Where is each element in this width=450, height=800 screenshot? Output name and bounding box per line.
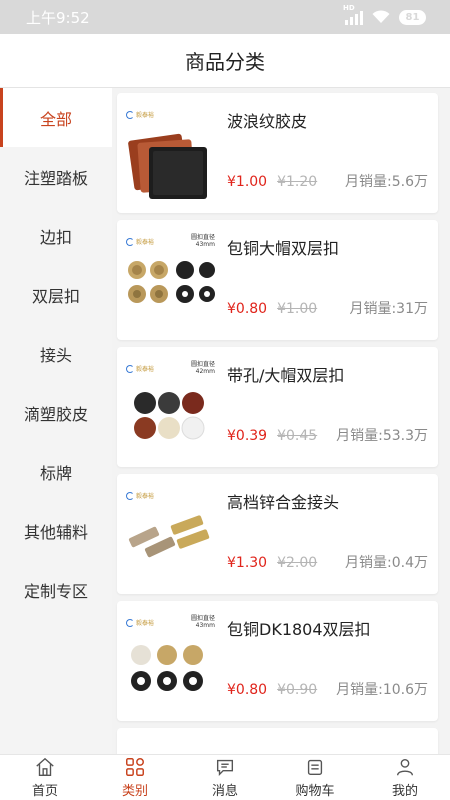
product-original-price: ¥0.45	[277, 428, 318, 444]
product-monthly-sales: 月销量:10.6万	[336, 682, 428, 698]
status-time: 上午9:52	[26, 8, 90, 27]
product-image: 毅泰裕 圆扣直径 43mm	[123, 611, 215, 711]
product-name: 包铜DK1804双层扣	[227, 620, 371, 639]
tab-category[interactable]: 类别	[90, 755, 180, 800]
product-original-price: ¥0.90	[277, 682, 318, 698]
page-title: 商品分类	[185, 50, 265, 74]
brand-logo: 毅泰裕	[126, 491, 154, 500]
sidebar-item-label: 定制专区	[23, 581, 88, 601]
product-spec: 圆扣直径 42mm	[190, 361, 215, 375]
sidebar-item-other[interactable]: 其他辅料	[0, 501, 112, 560]
product-image: 毅泰裕 圆扣直径 42mm	[123, 357, 215, 457]
bottom-tab-bar: 首页 类别 消息 购物车 我的	[0, 754, 450, 800]
tab-home[interactable]: 首页	[0, 755, 90, 800]
category-sidebar: 全部 注塑踏板 边扣 双层扣 接头 滴塑胶皮 标牌 其他辅料 定制专区	[0, 88, 112, 754]
tab-cart[interactable]: 购物车	[270, 755, 360, 800]
brand-name: 毅泰裕	[136, 112, 155, 119]
product-card[interactable]: 毅泰裕 圆扣直径 43mm 包铜DK1804双层扣 ¥0.80 ¥0.90 月销…	[117, 601, 438, 721]
battery-level: 81	[405, 11, 420, 23]
tab-label: 类别	[121, 784, 148, 799]
product-spec: 圆扣直径 43mm	[190, 234, 215, 248]
signal-icon: HD	[343, 4, 363, 25]
brand-name: 毅泰裕	[136, 493, 155, 500]
sidebar-item-all[interactable]: 全部	[0, 88, 112, 147]
product-price: ¥1.00	[227, 174, 268, 190]
product-price: ¥1.30	[227, 555, 268, 571]
brand-logo: 毅泰裕	[126, 618, 154, 627]
product-price: ¥0.80	[227, 301, 268, 317]
product-spec: 圆扣直径 43mm	[190, 615, 215, 629]
product-card[interactable]: 毅泰裕 圆扣直径 42mm 带孔/大帽双层扣 ¥0.39 ¥0.45 月销量:5…	[117, 347, 438, 467]
product-monthly-sales: 月销量:31万	[349, 301, 428, 317]
product-monthly-sales: 月销量:5.6万	[345, 174, 428, 190]
sidebar-item-tag[interactable]: 标牌	[0, 442, 112, 501]
product-card[interactable]: 毅泰裕 高档锌合金接头 ¥1.30 ¥2.00 月销量:0.4万	[117, 474, 438, 594]
sidebar-item-label: 边扣	[39, 227, 72, 247]
product-card[interactable]: 毅泰裕 波浪纹胶皮 ¥1.00 ¥1.20 月销量:5.6万	[117, 93, 438, 213]
tab-label: 消息	[211, 784, 238, 799]
product-original-price: ¥2.00	[277, 555, 318, 571]
product-monthly-sales: 月销量:53.3万	[336, 428, 428, 444]
sidebar-item-drip-leather[interactable]: 滴塑胶皮	[0, 383, 112, 442]
product-price: ¥0.39	[227, 428, 268, 444]
category-icon	[126, 758, 144, 776]
product-monthly-sales: 月销量:0.4万	[345, 555, 428, 571]
cart-icon	[307, 759, 323, 776]
status-bar: 上午9:52 HD 81	[0, 0, 450, 34]
product-image: 毅泰裕	[123, 103, 215, 203]
product-name: 包铜大帽双层扣	[227, 239, 340, 258]
tab-profile[interactable]: 我的	[360, 755, 450, 800]
sidebar-item-connector[interactable]: 接头	[0, 324, 112, 383]
product-name: 带孔/大帽双层扣	[227, 366, 345, 385]
profile-icon	[396, 758, 414, 776]
product-list: 毅泰裕 波浪纹胶皮 ¥1.00 ¥1.20 月销量:5.6万 毅泰裕 圆扣直径 …	[112, 88, 450, 754]
message-icon	[216, 759, 234, 776]
page-header: 商品分类	[0, 34, 450, 88]
sidebar-item-label: 全部	[39, 109, 72, 129]
product-card-partial[interactable]	[117, 728, 438, 754]
product-original-price: ¥1.20	[277, 174, 318, 190]
home-icon	[36, 757, 54, 776]
brand-name: 毅泰裕	[136, 239, 155, 246]
brand-name: 毅泰裕	[136, 620, 155, 627]
product-price: ¥0.80	[227, 682, 268, 698]
product-original-price: ¥1.00	[277, 301, 318, 317]
tab-label: 我的	[391, 784, 418, 799]
sidebar-item-label: 标牌	[39, 463, 72, 483]
sidebar-item-label: 注塑踏板	[23, 168, 88, 188]
brand-name: 毅泰裕	[136, 366, 155, 373]
brand-logo: 毅泰裕	[126, 237, 154, 246]
product-image: 毅泰裕 圆扣直径 43mm	[123, 230, 215, 330]
wifi-icon	[372, 10, 390, 23]
product-name: 波浪纹胶皮	[227, 112, 308, 131]
signal-hd-label: HD	[343, 4, 355, 12]
tab-messages[interactable]: 消息	[180, 755, 270, 800]
tab-label: 购物车	[295, 784, 335, 799]
sidebar-item-label: 接头	[39, 345, 72, 365]
sidebar-item-label: 滴塑胶皮	[23, 404, 88, 424]
sidebar-item-label: 其他辅料	[23, 522, 88, 542]
product-image: 毅泰裕	[123, 484, 215, 584]
tab-label: 首页	[31, 784, 58, 799]
sidebar-item-custom[interactable]: 定制专区	[0, 560, 112, 619]
sidebar-item-double-buckle[interactable]: 双层扣	[0, 265, 112, 324]
sidebar-item-pedal[interactable]: 注塑踏板	[0, 147, 112, 206]
brand-logo: 毅泰裕	[126, 364, 154, 373]
product-card[interactable]: 毅泰裕 圆扣直径 43mm 包铜大帽双层扣 ¥0.80 ¥1.00 月销量:31…	[117, 220, 438, 340]
battery-icon: 81	[399, 9, 426, 25]
product-name: 高档锌合金接头	[227, 493, 340, 512]
brand-logo: 毅泰裕	[126, 110, 154, 119]
sidebar-item-label: 双层扣	[31, 286, 80, 306]
sidebar-item-side-buckle[interactable]: 边扣	[0, 206, 112, 265]
